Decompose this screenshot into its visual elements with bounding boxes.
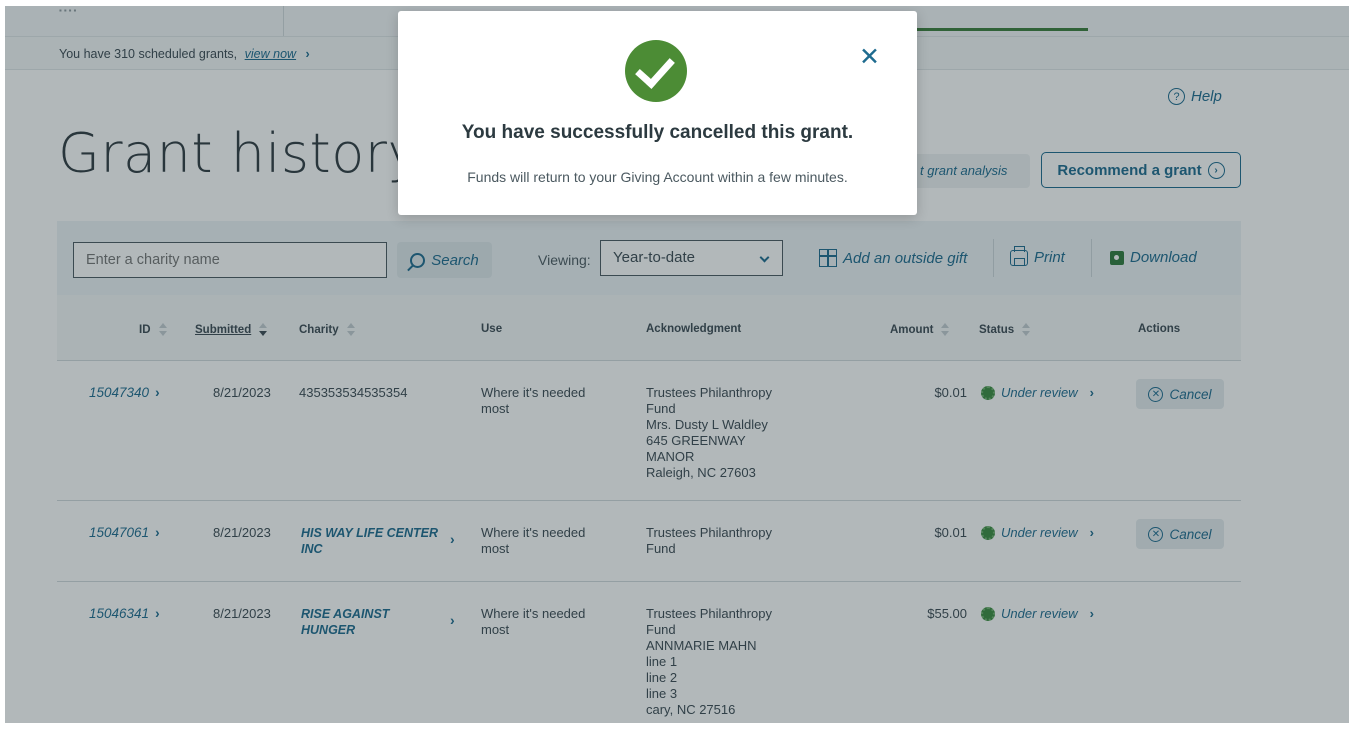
- success-modal: ✕ You have successfully cancelled this g…: [398, 11, 917, 215]
- page-frame: ▪▪▪▪ You have 310 scheduled grants, view…: [5, 6, 1349, 723]
- modal-message: Funds will return to your Giving Account…: [467, 169, 848, 185]
- modal-title: You have successfully cancelled this gra…: [461, 122, 854, 143]
- success-check-icon: [625, 40, 687, 102]
- close-icon[interactable]: ✕: [859, 45, 880, 70]
